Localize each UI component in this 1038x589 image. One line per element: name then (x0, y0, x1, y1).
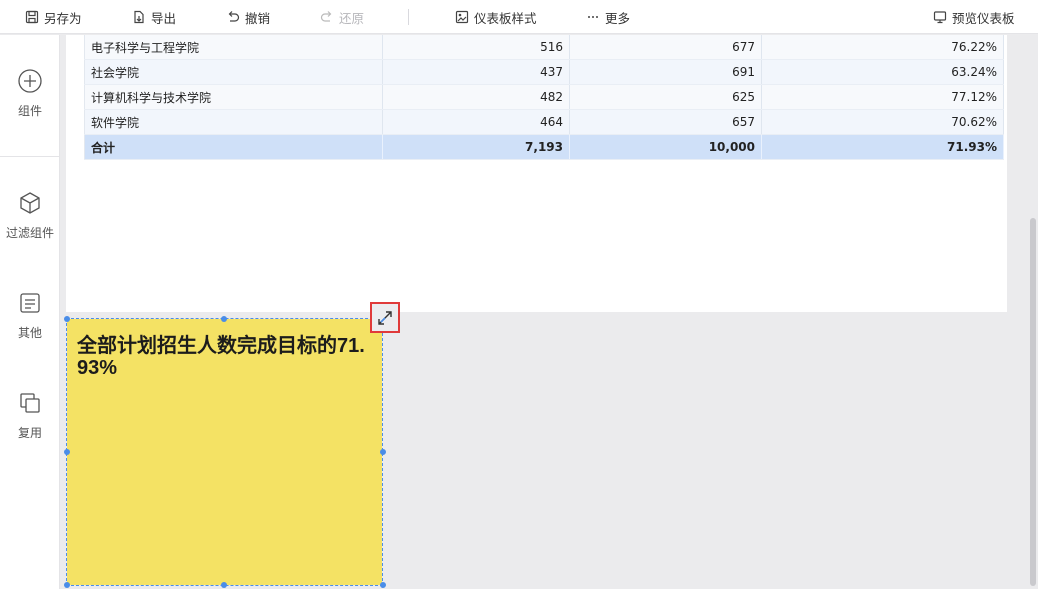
undo-icon (228, 11, 240, 22)
expand-arrows-icon (378, 310, 392, 325)
table-cell: 625 (569, 84, 762, 110)
sidebar-item-other[interactable]: 其他 (0, 290, 60, 341)
export-icon (134, 10, 144, 24)
table-row: 社会学院 437 691 63.24% (84, 59, 1004, 85)
resize-handle-left[interactable] (64, 449, 70, 455)
enrollment-table: 电子科学与工程学院 516 677 76.22% 社会学院 437 691 63… (84, 35, 1004, 160)
redo-label: 还原 (339, 10, 365, 26)
canvas-scrollbar[interactable] (1030, 218, 1036, 586)
ellipsis-icon (588, 16, 598, 18)
redo-button[interactable]: 还原 (320, 0, 364, 34)
table-cell: 677 (569, 35, 762, 60)
sidebar-item-reuse-label: 复用 (17, 426, 42, 440)
table-cell: 7,193 (382, 134, 570, 160)
undo-label: 撤销 (245, 10, 271, 26)
resize-handle-bottom-left[interactable] (64, 582, 70, 588)
table-cell: 计算机科学与技术学院 (84, 84, 383, 110)
resize-handle-top-left[interactable] (64, 316, 70, 322)
sidebar-item-filter-label: 过滤组件 (5, 226, 54, 240)
expand-widget-button[interactable] (370, 302, 400, 333)
table-cell: 软件学院 (84, 109, 383, 135)
save-as-label: 另存为 (44, 10, 82, 26)
table-cell: 电子科学与工程学院 (84, 35, 383, 60)
text-widget[interactable]: 全部计划招生人数完成目标的71.93% (66, 318, 383, 586)
table-cell: 71.93% (761, 134, 1004, 160)
table-cell: 76.22% (761, 35, 1004, 60)
table-cell: 70.62% (761, 109, 1004, 135)
sidebar-divider (0, 156, 60, 157)
more-button[interactable]: 更多 (586, 0, 630, 34)
resize-handle-bottom[interactable] (221, 582, 227, 588)
preview-dashboard-label: 预览仪表板 (952, 10, 1015, 26)
table-cell: 437 (382, 59, 570, 85)
table-total-row: 合计 7,193 10,000 71.93% (84, 134, 1004, 160)
toolbar-divider (408, 9, 409, 25)
table-row: 电子科学与工程学院 516 677 76.22% (84, 35, 1004, 60)
text-widget-content[interactable]: 全部计划招生人数完成目标的71.93% (77, 335, 371, 379)
table-cell: 691 (569, 59, 762, 85)
sidebar-item-components[interactable]: 组件 (0, 68, 60, 119)
table-cell: 合计 (84, 134, 383, 160)
table-widget[interactable]: 电子科学与工程学院 516 677 76.22% 社会学院 437 691 63… (66, 35, 1007, 312)
more-label: 更多 (605, 10, 631, 26)
table-cell: 516 (382, 35, 570, 60)
save-as-button[interactable]: 另存为 (25, 0, 82, 34)
top-toolbar: 另存为 导出 撤销 还原 仪表板样式 更多 预览仪表板 (0, 0, 1038, 34)
resize-handle-bottom-right[interactable] (380, 582, 386, 588)
table-cell: 77.12% (761, 84, 1004, 110)
redo-icon (320, 11, 332, 22)
table-cell: 社会学院 (84, 59, 383, 85)
palette-icon (455, 10, 469, 24)
table-cell: 464 (382, 109, 570, 135)
export-label: 导出 (151, 10, 177, 26)
undo-button[interactable]: 撤销 (226, 0, 270, 34)
table-row: 计算机科学与技术学院 482 625 77.12% (84, 84, 1004, 110)
cube-icon (20, 192, 40, 214)
sidebar-item-other-label: 其他 (17, 326, 42, 340)
sidebar-item-components-label: 组件 (17, 104, 42, 118)
resize-handle-top[interactable] (221, 316, 227, 322)
table-row: 软件学院 464 657 70.62% (84, 109, 1004, 135)
table-cell: 482 (382, 84, 570, 110)
resize-handle-right[interactable] (380, 449, 386, 455)
save-icon (25, 10, 39, 24)
table-cell: 657 (569, 109, 762, 135)
plus-circle-icon (18, 69, 42, 93)
monitor-icon (933, 11, 947, 24)
text-box-icon (20, 293, 40, 313)
table-cell: 10,000 (569, 134, 762, 160)
sidebar-item-filter-components[interactable]: 过滤组件 (0, 190, 60, 241)
copy-icon (20, 393, 40, 413)
sidebar-item-reuse[interactable]: 复用 (0, 390, 60, 441)
table-cell: 63.24% (761, 59, 1004, 85)
preview-dashboard-button[interactable]: 预览仪表板 (933, 0, 1015, 34)
dashboard-style-label: 仪表板样式 (474, 10, 537, 26)
component-sidebar: 组件 过滤组件 其他 复用 (0, 35, 60, 589)
dashboard-style-button[interactable]: 仪表板样式 (455, 0, 537, 34)
export-button[interactable]: 导出 (132, 0, 176, 34)
